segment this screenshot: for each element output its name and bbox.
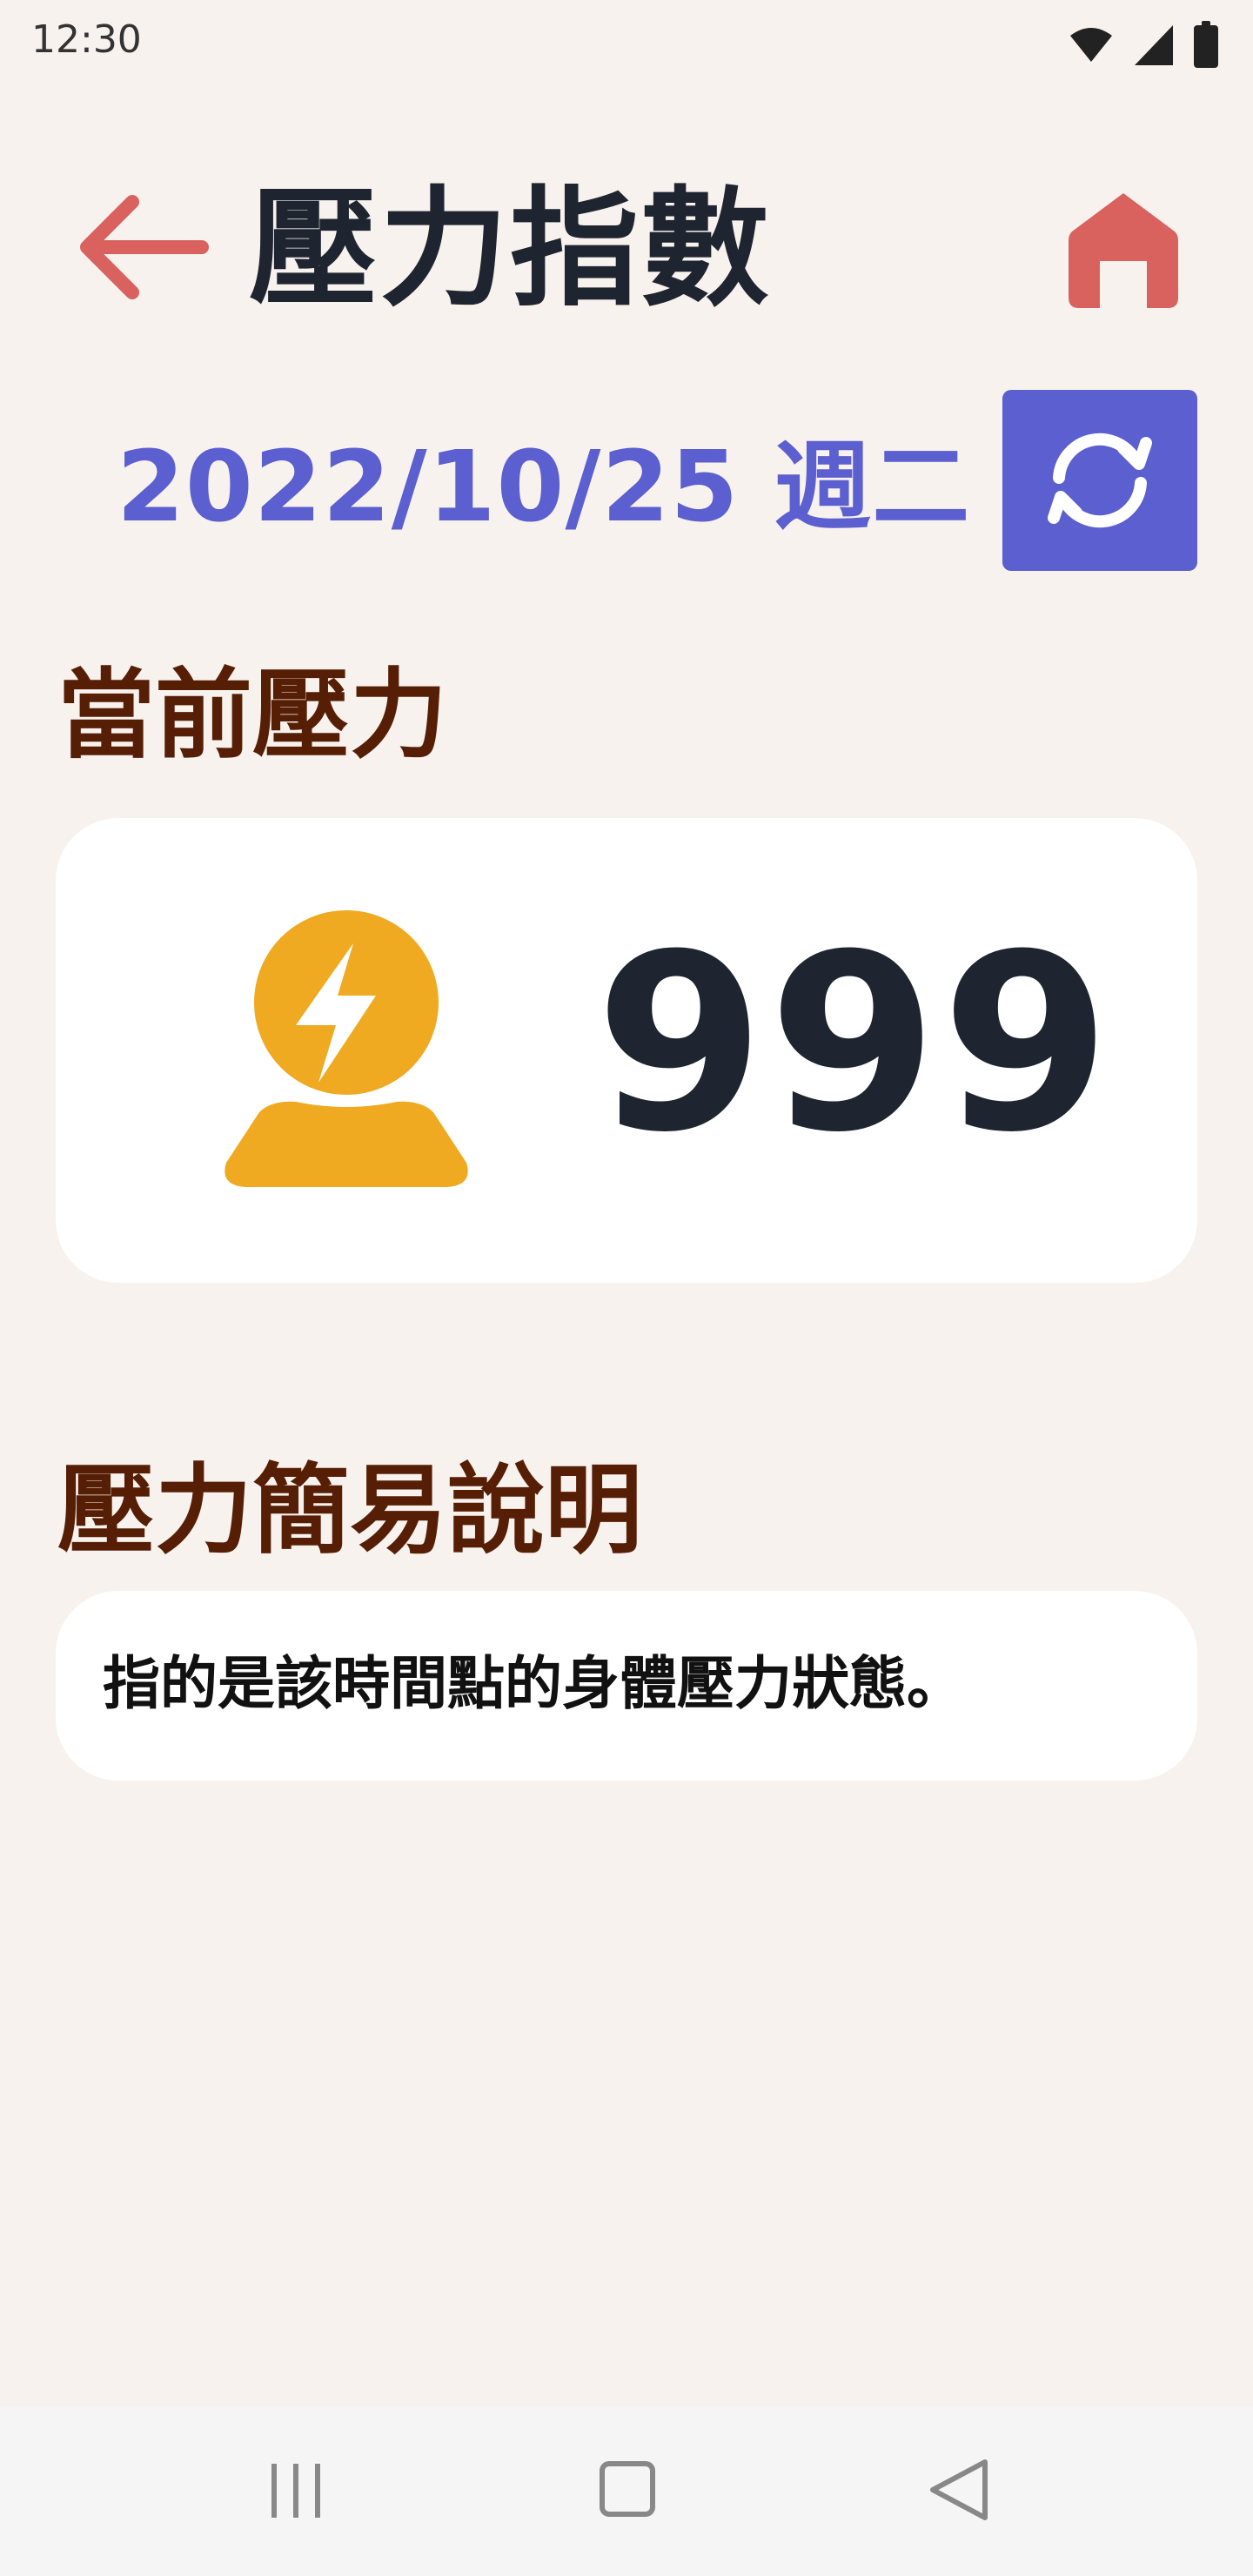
arrow-left-icon xyxy=(80,195,209,299)
home-icon xyxy=(1069,193,1178,308)
home-nav-icon xyxy=(600,2461,655,2517)
refresh-icon xyxy=(1048,433,1152,528)
stress-card: 999 xyxy=(56,818,1197,1283)
date-label: 2022/10/25 週二 xyxy=(117,431,971,544)
stress-person-icon xyxy=(224,910,468,1187)
description-title: 壓力簡易說明 xyxy=(57,1454,642,1567)
signal-icon xyxy=(1135,25,1173,65)
description-text: 指的是該時間點的身體壓力狀態。 xyxy=(103,1650,964,1717)
stress-value: 999 xyxy=(595,902,1115,1186)
page-title: 壓力指數 xyxy=(249,174,771,324)
back-nav-icon xyxy=(930,2459,988,2520)
home-nav-button[interactable] xyxy=(567,2442,689,2538)
refresh-button[interactable] xyxy=(1002,390,1197,571)
home-button[interactable] xyxy=(1067,188,1180,310)
back-nav-button[interactable] xyxy=(898,2442,1020,2538)
status-time: 12:30 xyxy=(31,17,142,62)
wifi-icon xyxy=(1070,28,1112,62)
back-button[interactable] xyxy=(71,186,211,308)
status-icons xyxy=(1069,21,1218,68)
recent-apps-button[interactable] xyxy=(235,2442,357,2538)
system-nav-bar xyxy=(0,2407,1253,2576)
current-stress-title: 當前壓力 xyxy=(57,659,447,772)
recent-apps-icon xyxy=(271,2464,320,2518)
description-card: 指的是該時間點的身體壓力狀態。 xyxy=(56,1591,1197,1781)
battery-icon xyxy=(1194,21,1218,68)
status-bar: 12:30 xyxy=(0,0,1253,84)
